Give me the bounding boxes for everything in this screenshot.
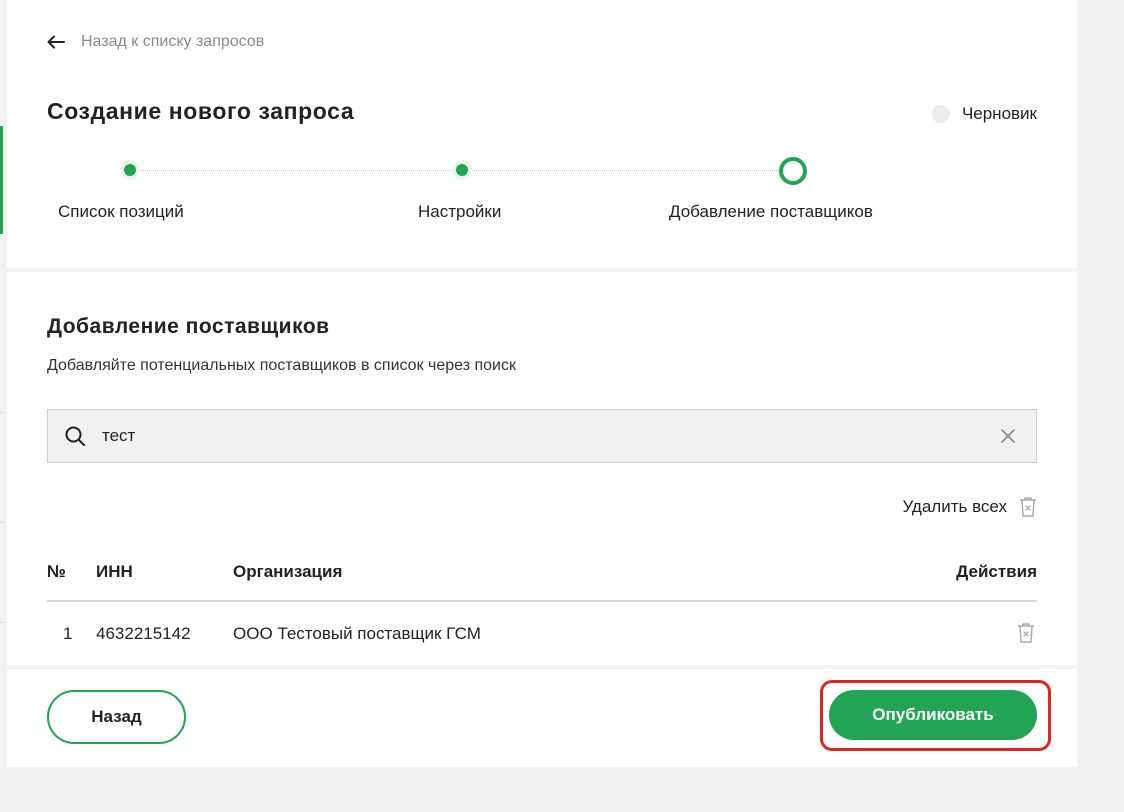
step-connector [138, 170, 452, 171]
status-indicator: Черновик [931, 104, 1037, 124]
column-actions: Действия [956, 562, 1037, 581]
edge-divider [0, 622, 4, 623]
edge-divider [0, 412, 4, 413]
suppliers-panel: Добавление поставщиков Добавляйте потенц… [7, 272, 1077, 665]
table-row: 1 4632215142 ООО Тестовый поставщик ГСМ [47, 606, 1037, 662]
progress-stepper: Список позиций Настройки Добавление пост… [7, 150, 1077, 240]
arrow-left-icon [47, 35, 65, 49]
step-label-suppliers: Добавление поставщиков [669, 202, 873, 221]
search-icon [65, 426, 85, 446]
step-dot-completed[interactable] [120, 160, 140, 180]
delete-all-label: Удалить всех [902, 497, 1007, 516]
column-inn: ИНН [96, 562, 133, 581]
edge-divider [0, 522, 4, 523]
section-title: Добавление поставщиков [47, 315, 330, 338]
search-input[interactable] [102, 426, 1000, 446]
footer-panel: Назад Опубликовать [7, 669, 1077, 767]
step-connector [472, 170, 781, 171]
back-to-requests-link[interactable]: Назад к списку запросов [47, 30, 264, 54]
step-label-positions: Список позиций [58, 202, 184, 221]
trash-icon [1020, 497, 1036, 517]
column-number: № [47, 562, 66, 581]
delete-all-button[interactable]: Удалить всех [902, 496, 1037, 518]
side-accent-bar [0, 126, 3, 234]
step-label-settings: Настройки [418, 202, 502, 221]
status-label: Черновик [961, 104, 1037, 123]
publish-button[interactable]: Опубликовать [829, 690, 1037, 740]
row-organization: ООО Тестовый поставщик ГСМ [233, 624, 481, 643]
row-inn: 4632215142 [96, 624, 191, 643]
column-organization: Организация [233, 562, 343, 581]
page-title: Создание нового запроса [47, 98, 355, 124]
back-button[interactable]: Назад [47, 690, 186, 744]
close-icon[interactable] [1000, 428, 1016, 444]
supplier-search [47, 409, 1037, 463]
step-dot-completed[interactable] [452, 160, 472, 180]
header-panel: Назад к списку запросов Создание нового … [7, 0, 1077, 268]
status-dot-icon [931, 105, 950, 123]
table-header: № ИНН Организация Действия [47, 560, 1037, 602]
row-number: 1 [63, 624, 73, 643]
back-link-label: Назад к списку запросов [81, 33, 265, 50]
trash-icon[interactable] [1017, 622, 1035, 644]
step-dot-current[interactable] [779, 157, 807, 185]
section-subtitle: Добавляйте потенциальных поставщиков в с… [47, 357, 516, 374]
